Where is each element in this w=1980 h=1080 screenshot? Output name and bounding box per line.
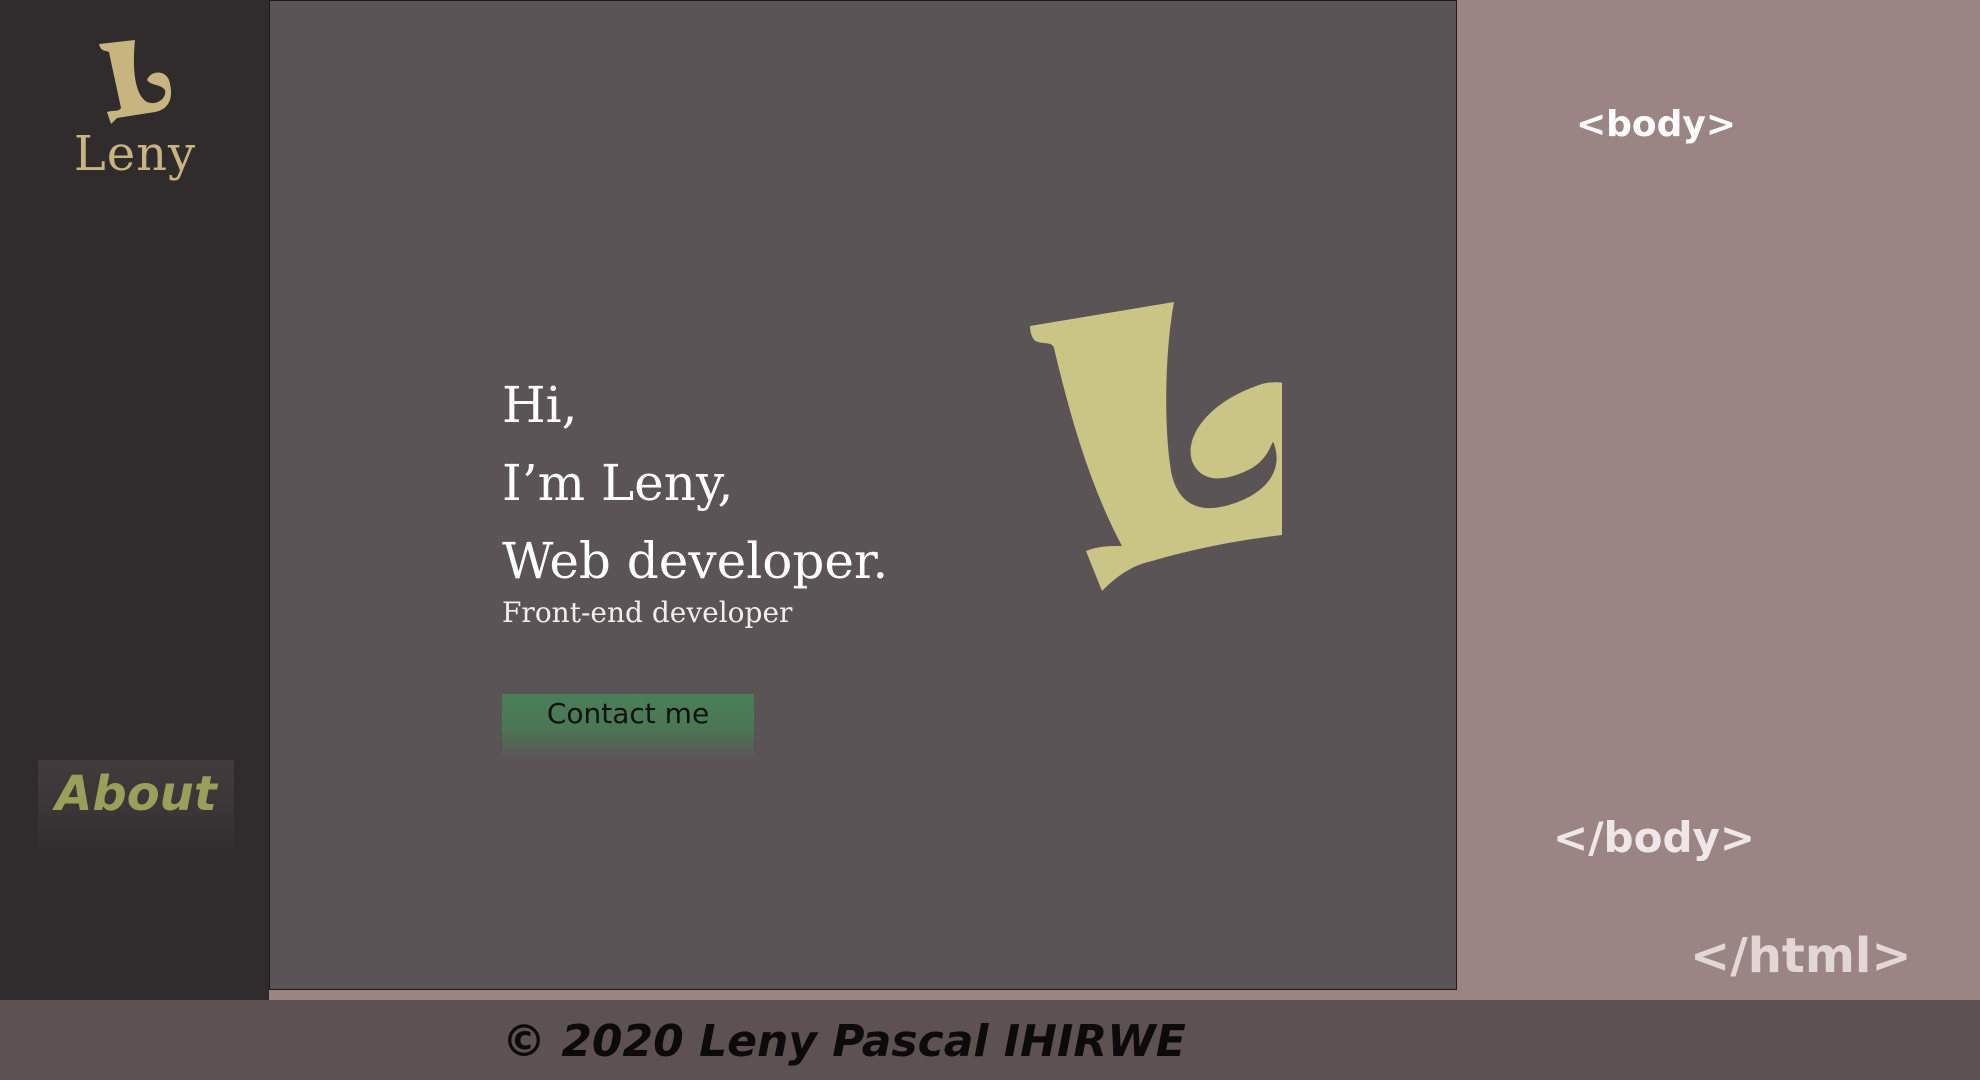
- sidebar: Leny About: [0, 0, 269, 1000]
- logo[interactable]: Leny: [60, 40, 210, 200]
- leny-logo-icon: [99, 40, 172, 124]
- hero-role: Web developer.: [502, 532, 889, 590]
- html-close-tag: </html>: [1690, 928, 1912, 984]
- copyright-text: © 2020 Leny Pascal IHIRWE: [502, 1016, 1186, 1067]
- leny-large-logo-icon: [1030, 302, 1282, 591]
- logo-text: Leny: [73, 126, 197, 182]
- footer: © 2020 Leny Pascal IHIRWE: [0, 1000, 1980, 1080]
- hero-subtitle: Front-end developer: [502, 596, 793, 629]
- hero: Hi, I’m Leny, Web developer. Front-end d…: [502, 366, 888, 630]
- main-panel: Hi, I’m Leny, Web developer. Front-end d…: [269, 0, 1457, 990]
- contact-button[interactable]: Contact me: [502, 694, 754, 758]
- body-close-tag: </body>: [1553, 813, 1756, 862]
- hero-greeting: Hi,: [502, 376, 578, 434]
- about-button[interactable]: About: [38, 760, 234, 855]
- body-open-tag: <body>: [1576, 104, 1737, 145]
- hero-name: I’m Leny,: [502, 454, 734, 512]
